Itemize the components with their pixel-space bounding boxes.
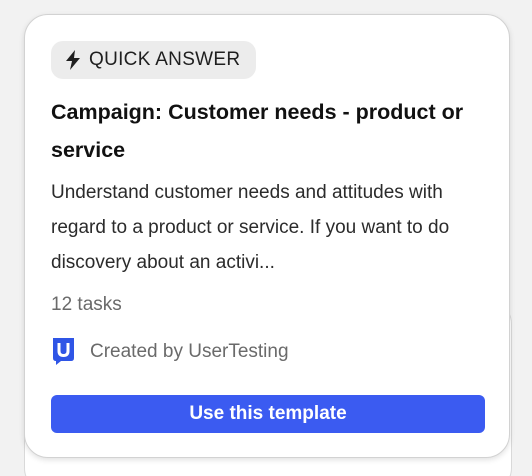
creator-label: Created by UserTesting [90, 340, 289, 362]
badge-label: QUICK ANSWER [89, 49, 241, 70]
template-title: Campaign: Customer needs - product or se… [51, 100, 464, 162]
creator-row: Created by UserTesting [51, 337, 289, 366]
stage: QUICK ANSWER Campaign: Customer needs - … [0, 0, 532, 476]
lightning-bolt-icon [65, 50, 81, 70]
usertesting-logo-icon [51, 337, 76, 366]
template-description: Understand customer needs and attitudes … [51, 182, 450, 273]
template-card[interactable]: QUICK ANSWER Campaign: Customer needs - … [24, 14, 510, 458]
quick-answer-badge: QUICK ANSWER [51, 41, 257, 79]
task-count: 12 tasks [51, 294, 122, 315]
use-template-button[interactable]: Use this template [51, 395, 485, 433]
